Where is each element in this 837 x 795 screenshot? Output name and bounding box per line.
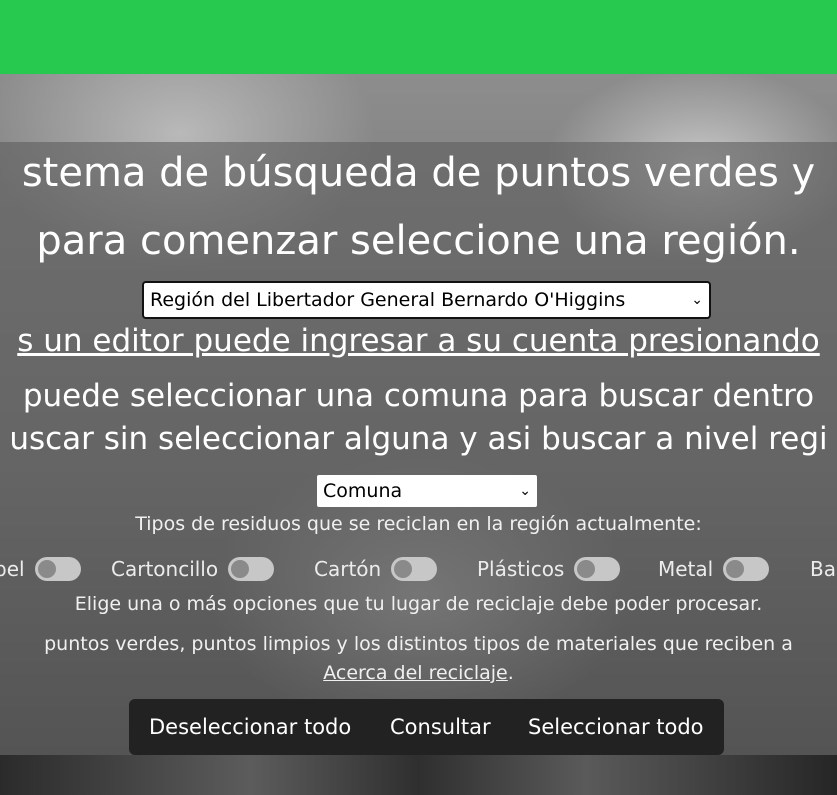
- background-photo-bottom: [0, 755, 837, 795]
- toggle-item-metal[interactable]: Metal: [658, 553, 770, 585]
- deselect-all-button[interactable]: Deseleccionar todo: [149, 699, 351, 755]
- editor-login-link[interactable]: s un editor puede ingresar a su cuenta p…: [17, 323, 819, 359]
- region-select[interactable]: Región del Libertador General Bernardo O…: [142, 281, 711, 319]
- toggle-item-cartoncillo[interactable]: Cartoncillo: [111, 553, 275, 585]
- toggle-label: pel: [0, 557, 25, 581]
- page-title-line-2: para comenzar seleccione una región.: [36, 218, 801, 264]
- toggle-switch-metal[interactable]: [723, 557, 770, 581]
- action-button-group: Deseleccionar todo Consultar Seleccionar…: [129, 699, 724, 755]
- selection-hint: Elige una o más opciones que tu lugar de…: [74, 593, 763, 615]
- consult-button[interactable]: Consultar: [390, 699, 491, 755]
- toggle-label: Metal: [658, 557, 714, 581]
- toggle-switch-papel[interactable]: [34, 557, 81, 581]
- top-navbar: [0, 0, 837, 74]
- comuna-select-value: Comuna: [323, 480, 403, 502]
- chevron-down-icon: ⌄: [691, 292, 703, 308]
- toggle-label: Ba: [810, 557, 836, 581]
- about-recycling-link[interactable]: Acerca del reciclaje: [323, 662, 508, 684]
- toggle-item-carton[interactable]: Cartón: [314, 553, 438, 585]
- toggle-switch-plasticos[interactable]: [574, 557, 621, 581]
- page-title-line-1: stema de búsqueda de puntos verdes y: [21, 150, 816, 196]
- residuo-toggle-list: pel Cartoncillo Cartón Plásticos Metal B…: [0, 553, 837, 585]
- toggle-label: Cartoncillo: [111, 557, 219, 581]
- toggle-item-baterias[interactable]: Ba: [810, 553, 836, 585]
- comuna-select[interactable]: Comuna ⌄: [317, 475, 537, 507]
- info-text: puntos verdes, puntos limpios y los dist…: [44, 633, 793, 655]
- toggle-switch-cartoncillo[interactable]: [228, 557, 275, 581]
- comuna-info-line-1: puede seleccionar una comuna para buscar…: [22, 378, 815, 414]
- toggle-label: Plásticos: [477, 557, 565, 581]
- about-line: Acerca del reciclaje.: [323, 662, 514, 684]
- select-all-button[interactable]: Seleccionar todo: [528, 699, 704, 755]
- region-select-value: Región del Libertador General Bernardo O…: [150, 289, 626, 311]
- residuos-heading: Tipos de residuos que se reciclan en la …: [135, 513, 702, 535]
- toggle-label: Cartón: [314, 557, 382, 581]
- toggle-item-papel[interactable]: pel: [0, 553, 81, 585]
- toggle-switch-carton[interactable]: [391, 557, 438, 581]
- about-suffix: .: [507, 662, 514, 684]
- comuna-info-line-2: uscar sin seleccionar alguna y asi busca…: [9, 421, 828, 457]
- toggle-item-plasticos[interactable]: Plásticos: [477, 553, 621, 585]
- chevron-down-icon: ⌄: [519, 483, 531, 499]
